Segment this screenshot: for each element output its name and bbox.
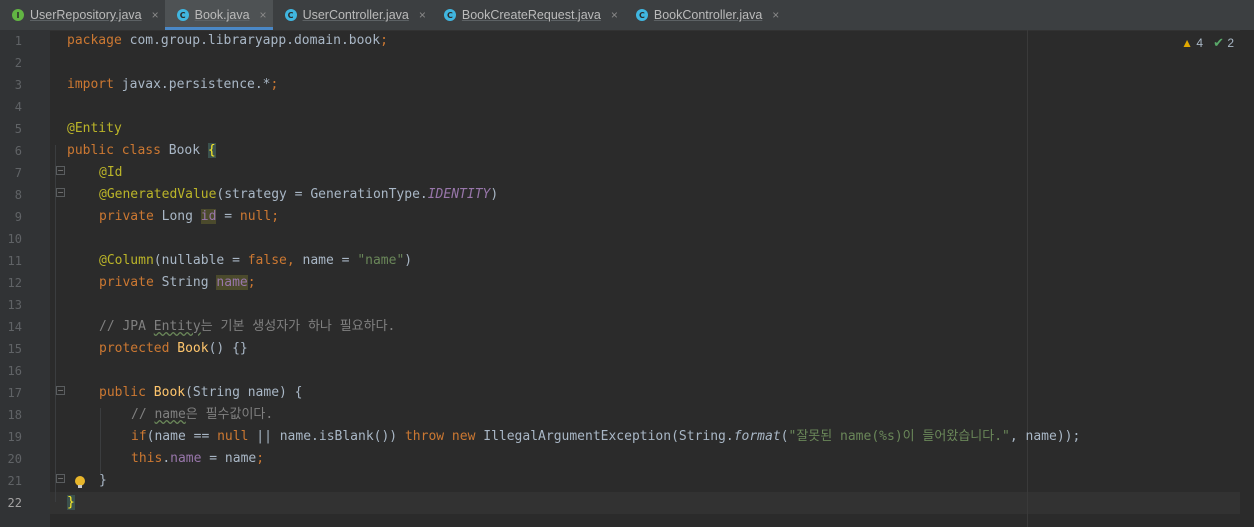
tab-user-controller[interactable]: C UserController.java × xyxy=(273,0,432,30)
code-line-1: package com.group.libraryapp.domain.book… xyxy=(67,33,388,48)
tab-book-create-request[interactable]: C BookCreateRequest.java × xyxy=(432,0,624,30)
code-line-19: if(name == null || name.isBlank()) throw… xyxy=(131,429,1081,444)
vertical-scrollbar[interactable] xyxy=(1240,30,1254,527)
line-number: 3 xyxy=(14,78,22,92)
line-number: 21 xyxy=(7,474,22,488)
tab-user-repository[interactable]: I UserRepository.java × xyxy=(0,0,165,30)
tab-label: BookController.java xyxy=(653,8,763,22)
editor-tab-bar: I UserRepository.java × C Book.java × C … xyxy=(0,0,1254,31)
line-number: 15 xyxy=(7,342,22,356)
warning-triangle-icon: ▲ xyxy=(1181,36,1194,50)
code-line-22: } xyxy=(67,495,75,510)
class-file-icon: C xyxy=(443,9,456,21)
class-file-icon: C xyxy=(284,9,297,21)
double-check-icon: ✔ xyxy=(1213,35,1224,50)
code-line-3: import javax.persistence.*; xyxy=(67,77,279,92)
warnings-indicator[interactable]: ▲ 4 xyxy=(1181,36,1203,50)
tab-book[interactable]: C Book.java × xyxy=(164,0,273,30)
line-number: 7 xyxy=(14,166,22,180)
code-line-11: @Column(nullable = false, name = "name") xyxy=(99,253,413,268)
close-icon[interactable]: × xyxy=(152,8,159,22)
code-line-21: } xyxy=(99,473,107,488)
class-file-icon: C xyxy=(635,9,648,21)
close-icon[interactable]: × xyxy=(772,8,779,22)
line-number: 19 xyxy=(7,430,22,444)
line-number: 5 xyxy=(14,122,22,136)
checks-indicator[interactable]: ✔ 2 xyxy=(1213,35,1234,51)
close-icon[interactable]: × xyxy=(260,8,267,22)
line-number: 9 xyxy=(14,210,22,224)
line-number: 11 xyxy=(7,254,22,268)
code-editor[interactable]: package com.group.libraryapp.domain.book… xyxy=(50,30,1254,527)
line-number: 8 xyxy=(14,188,22,202)
tab-label: Book.java xyxy=(194,8,250,22)
line-number: 6 xyxy=(14,144,22,158)
code-line-7: @Id xyxy=(99,165,123,180)
code-line-15: protected Book() {} xyxy=(99,341,248,356)
line-number-current: 22 xyxy=(7,496,22,510)
code-line-6: public class Book { xyxy=(67,143,216,158)
line-number: 20 xyxy=(7,452,22,466)
line-number-gutter[interactable]: 1 2 3 4 5 6 7 8 9 10 11 12 13 14 15 16 1… xyxy=(0,30,50,527)
line-number: 4 xyxy=(14,100,22,114)
line-number: 14 xyxy=(7,320,22,334)
class-file-icon: C xyxy=(176,9,189,21)
code-line-17: public Book(String name) { xyxy=(99,385,303,400)
line-number: 12 xyxy=(7,276,22,290)
code-line-20: this.name = name; xyxy=(131,451,265,466)
tab-book-controller[interactable]: C BookController.java × xyxy=(624,0,785,30)
warnings-count: 4 xyxy=(1196,36,1204,50)
interface-file-icon: I xyxy=(12,9,24,21)
tab-label: UserRepository.java xyxy=(30,8,142,22)
line-number: 10 xyxy=(7,232,22,246)
code-line-12: private String name; xyxy=(99,275,256,290)
code-line-5: @Entity xyxy=(67,121,122,136)
code-line-8: @GeneratedValue(strategy = GenerationTyp… xyxy=(99,187,499,202)
inspection-widget[interactable]: ▲ 4 ✔ 2 xyxy=(1181,35,1234,51)
code-line-14: // JPA Entity는 기본 생성자가 하나 필요하다. xyxy=(99,319,396,334)
line-number: 1 xyxy=(14,34,22,48)
line-number: 18 xyxy=(7,408,22,422)
line-number: 13 xyxy=(7,298,22,312)
tab-label: UserController.java xyxy=(302,8,409,22)
line-number: 16 xyxy=(7,364,22,378)
close-icon[interactable]: × xyxy=(419,8,426,22)
close-icon[interactable]: × xyxy=(611,8,618,22)
code-line-18: // name은 필수값이다. xyxy=(131,407,274,422)
line-number: 2 xyxy=(14,56,22,70)
code-line-9: private Long id = null; xyxy=(99,209,280,224)
checks-count: 2 xyxy=(1227,36,1234,50)
tab-label: BookCreateRequest.java xyxy=(461,8,601,22)
line-number: 17 xyxy=(7,386,22,400)
